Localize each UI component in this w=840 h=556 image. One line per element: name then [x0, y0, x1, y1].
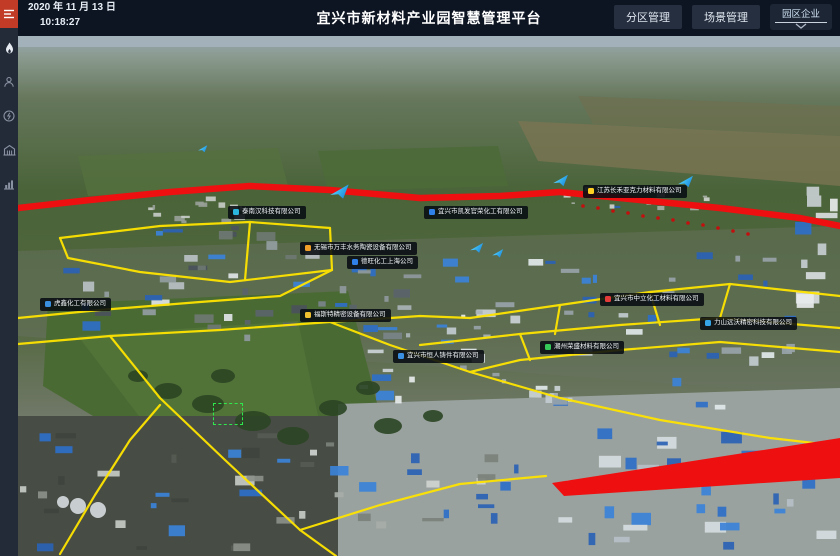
menu-icon: [3, 9, 15, 19]
company-marker-icon: [605, 296, 611, 302]
company-label-text: 泰南汉科技有限公司: [242, 209, 301, 216]
company-label[interactable]: 宜兴市凯发官荣化工有限公司: [424, 206, 528, 219]
company-marker-icon: [45, 301, 51, 307]
company-label[interactable]: 泰南汉科技有限公司: [228, 206, 306, 219]
company-label[interactable]: 力山远沃精密科技有限公司: [700, 317, 797, 330]
app-window: 2020 年 11 月 13 日 10:18:27 宜兴市新材料产业园智慧管理平…: [0, 0, 840, 556]
company-label-text: 宜兴市凯发官荣化工有限公司: [438, 209, 523, 216]
sidebar: [0, 0, 18, 556]
company-marker-icon: [429, 209, 435, 215]
company-label-text: 宜兴市中立化工材料有限公司: [614, 296, 699, 303]
bar-chart-icon: [3, 178, 15, 190]
map-3d-view[interactable]: 泰南汉科技有限公司 宜兴市凯发官荣化工有限公司无锡市万丰水务陶瓷设备有限公司德旺化…: [18, 36, 840, 556]
company-marker-icon: [352, 259, 358, 265]
company-marker-icon: [398, 353, 404, 359]
sidebar-item-factory[interactable]: [0, 138, 18, 162]
dropdown-label: 园区企业: [782, 6, 820, 20]
zone-manage-button[interactable]: 分区管理: [614, 5, 682, 29]
company-label[interactable]: 宜兴市中立化工材料有限公司: [600, 293, 704, 306]
company-marker-icon: [305, 245, 311, 251]
company-label[interactable]: 潮州荣盛材料有限公司: [540, 341, 624, 354]
park-enterprise-dropdown[interactable]: 园区企业: [770, 4, 832, 30]
company-label-text: 潮州荣盛材料有限公司: [554, 344, 619, 351]
sidebar-item-power[interactable]: [0, 104, 18, 128]
company-marker-icon: [305, 312, 311, 318]
company-label-text: 江苏长禾亚克力材料有限公司: [597, 188, 682, 195]
company-label[interactable]: 虎鑫化工有限公司: [40, 298, 111, 311]
company-label[interactable]: 无锡市万丰水务陶瓷设备有限公司: [300, 242, 417, 255]
company-marker-icon: [588, 188, 594, 194]
factory-icon: [3, 144, 16, 156]
flame-icon: [4, 42, 15, 55]
topbar-actions: 分区管理 场景管理 园区企业: [614, 5, 832, 30]
power-icon: [3, 110, 15, 122]
user-icon: [3, 76, 15, 88]
company-label-text: 德旺化工上海公司: [361, 259, 413, 266]
company-label[interactable]: 德旺化工上海公司: [347, 256, 418, 269]
sidebar-item-statistics[interactable]: [0, 172, 18, 196]
selection-box: [213, 403, 243, 425]
company-marker-icon: [233, 209, 239, 215]
scene-manage-button[interactable]: 场景管理: [692, 5, 760, 29]
top-bar: 2020 年 11 月 13 日 10:18:27 宜兴市新材料产业园智慧管理平…: [18, 0, 840, 36]
company-label[interactable]: 宜兴市恒人铸件有限公司: [393, 350, 484, 363]
company-marker-icon: [705, 320, 711, 326]
company-label-text: 无锡市万丰水务陶瓷设备有限公司: [314, 245, 412, 252]
chevron-down-icon: [795, 23, 807, 29]
company-marker-icon: [545, 344, 551, 350]
company-label-text: 福斯特精密设备有限公司: [314, 312, 386, 319]
menu-button[interactable]: [0, 0, 18, 28]
company-label-text: 宜兴市恒人铸件有限公司: [407, 353, 479, 360]
company-label[interactable]: 江苏长禾亚克力材料有限公司: [583, 185, 687, 198]
company-label[interactable]: 福斯特精密设备有限公司: [300, 309, 391, 322]
sidebar-item-user[interactable]: [0, 70, 18, 94]
company-label-text: 力山远沃精密科技有限公司: [714, 320, 792, 327]
map-scene: [18, 36, 840, 556]
company-label-text: 虎鑫化工有限公司: [54, 301, 106, 308]
sidebar-item-fire[interactable]: [0, 36, 18, 60]
